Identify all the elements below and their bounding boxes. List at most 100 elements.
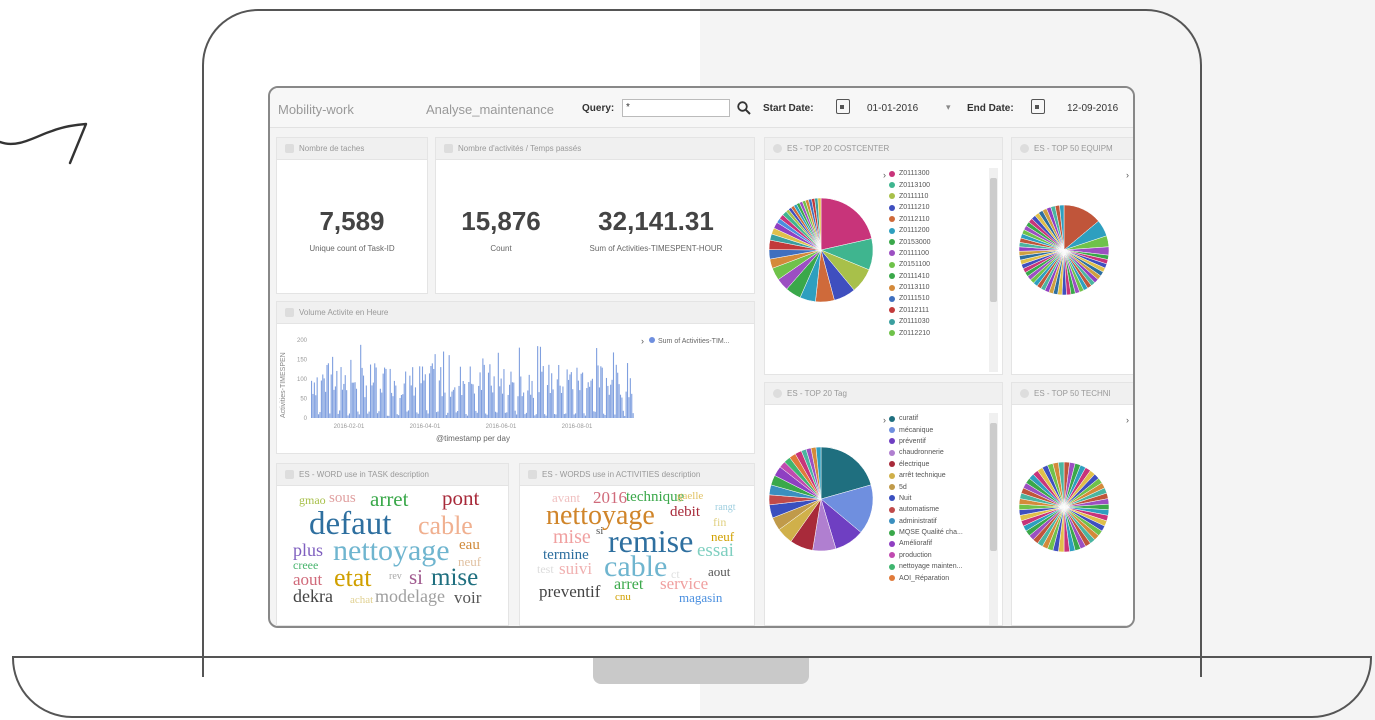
legend-dot bbox=[889, 415, 895, 422]
volume-bar bbox=[377, 413, 379, 418]
legend-item[interactable]: Améliorafif bbox=[889, 538, 963, 549]
volume-bar bbox=[487, 372, 490, 418]
legend-dot bbox=[889, 204, 895, 211]
query-input[interactable]: * bbox=[622, 99, 730, 117]
chevron-right-icon[interactable]: › bbox=[1126, 415, 1129, 425]
legend-item[interactable]: Z0112210 bbox=[889, 327, 931, 338]
cloud-word[interactable]: preventif bbox=[539, 583, 600, 600]
legend-label: arrêt technique bbox=[899, 472, 946, 480]
cloud-word[interactable]: pont bbox=[442, 488, 479, 509]
legend-item[interactable]: Z0113110 bbox=[889, 282, 931, 293]
cloud-word[interactable]: gaelle bbox=[677, 491, 703, 502]
volume-bar bbox=[369, 364, 372, 418]
count-label: Count bbox=[490, 244, 512, 253]
legend-item[interactable]: mécanique bbox=[889, 424, 963, 435]
search-icon[interactable] bbox=[736, 100, 752, 116]
chevron-right-icon[interactable]: › bbox=[1126, 170, 1129, 180]
volume-bar bbox=[327, 363, 329, 418]
cloud-word[interactable]: achat bbox=[350, 595, 373, 606]
legend-item[interactable]: arrêt technique bbox=[889, 470, 963, 481]
cloud-word[interactable]: cnu bbox=[615, 592, 631, 603]
chevron-right-icon: › bbox=[641, 336, 644, 346]
app-name[interactable]: Mobility-work bbox=[278, 102, 354, 117]
legend-item[interactable]: préventif bbox=[889, 436, 963, 447]
legend-item[interactable]: Z0112111 bbox=[889, 305, 931, 316]
legend-item[interactable]: MQSE Qualité cha... bbox=[889, 527, 963, 538]
cloud-word[interactable]: etat bbox=[334, 565, 372, 591]
calendar-icon[interactable] bbox=[836, 99, 850, 114]
legend-dot bbox=[889, 170, 895, 177]
volume-bar bbox=[624, 415, 626, 418]
legend-item[interactable]: Z0153000 bbox=[889, 236, 931, 247]
pie-chart-icon bbox=[773, 144, 782, 153]
legend-item[interactable]: automatisme bbox=[889, 504, 963, 515]
legend-item[interactable]: Z0111210 bbox=[889, 202, 931, 213]
legend-item[interactable]: Z0151100 bbox=[889, 259, 931, 270]
legend-item[interactable]: Z0111200 bbox=[889, 225, 931, 236]
panel-title: ES - TOP 20 Tag bbox=[787, 389, 847, 398]
legend-item[interactable]: production bbox=[889, 550, 963, 561]
scrollbar[interactable] bbox=[989, 413, 998, 625]
legend-item[interactable]: électrique bbox=[889, 459, 963, 470]
cloud-word[interactable]: gmao bbox=[299, 494, 326, 506]
volume-bar bbox=[315, 395, 317, 418]
cloud-word[interactable]: aout bbox=[708, 565, 730, 578]
scrollbar[interactable] bbox=[989, 168, 998, 372]
scroll-thumb[interactable] bbox=[990, 423, 997, 551]
cloud-word[interactable]: rangt bbox=[715, 503, 736, 513]
legend-item[interactable]: chaudronnerie bbox=[889, 447, 963, 458]
chevron-right-icon[interactable]: › bbox=[883, 170, 886, 180]
legend-label: Z0111110 bbox=[899, 192, 929, 200]
cloud-word[interactable]: voir bbox=[454, 589, 481, 606]
cloud-word[interactable]: fin bbox=[713, 516, 726, 528]
word-cloud: gmao sous arret pont defaut cable plus nettoyag… bbox=[277, 488, 508, 625]
volume-bar bbox=[329, 413, 331, 418]
legend-item[interactable]: Z0111110 bbox=[889, 191, 931, 202]
volume-bar bbox=[469, 366, 471, 418]
cloud-word[interactable]: eau bbox=[459, 538, 480, 553]
cloud-word[interactable]: si bbox=[596, 526, 603, 537]
cloud-word[interactable]: si bbox=[409, 567, 423, 588]
legend-item[interactable]: Z0111410 bbox=[889, 271, 931, 282]
legend-item[interactable]: nettoyage mainten... bbox=[889, 561, 963, 572]
volume-bar bbox=[332, 356, 334, 418]
cloud-word[interactable]: nettoyage bbox=[333, 536, 450, 566]
calendar-icon[interactable] bbox=[1031, 99, 1045, 114]
cloud-word[interactable]: rev bbox=[389, 572, 402, 582]
end-date-value[interactable]: 12-09-2016 bbox=[1067, 103, 1118, 114]
start-date-value[interactable]: 01-01-2016 bbox=[867, 103, 918, 114]
legend-item[interactable]: 5d bbox=[889, 481, 963, 492]
cloud-word[interactable]: modelage bbox=[375, 587, 445, 605]
cloud-word[interactable]: debit bbox=[670, 505, 700, 520]
legend-item[interactable]: Z0111300 bbox=[889, 168, 931, 179]
cloud-word[interactable]: mise bbox=[553, 527, 591, 547]
cloud-word[interactable]: plus bbox=[293, 541, 323, 559]
legend-dot bbox=[889, 216, 895, 223]
cloud-word[interactable]: sous bbox=[329, 491, 356, 506]
cloud-word[interactable]: essai bbox=[697, 541, 734, 560]
legend-dot bbox=[889, 461, 895, 468]
dashboard-name[interactable]: Analyse_maintenance bbox=[426, 102, 554, 117]
legend-item[interactable]: Z0111100 bbox=[889, 248, 931, 259]
legend-item[interactable]: Nuit bbox=[889, 493, 963, 504]
legend-item[interactable]: Z0111510 bbox=[889, 293, 931, 304]
caret-down-icon[interactable]: ▾ bbox=[946, 102, 951, 113]
legend-item[interactable]: Z0112110 bbox=[889, 214, 931, 225]
legend-label: nettoyage mainten... bbox=[899, 563, 963, 571]
metric-icon bbox=[285, 144, 294, 153]
chevron-right-icon[interactable]: › bbox=[883, 415, 886, 425]
word-task-panel: ES - WORD use in TASK description gmao so… bbox=[276, 463, 509, 626]
legend-item[interactable]: Z0113100 bbox=[889, 179, 931, 190]
legend-item[interactable]: curatif bbox=[889, 413, 963, 424]
cloud-word[interactable]: test bbox=[537, 563, 554, 575]
legend-dot bbox=[889, 575, 895, 582]
x-tick-label: 2016-08-01 bbox=[562, 424, 593, 430]
legend-item[interactable]: administratif bbox=[889, 516, 963, 527]
cloud-word[interactable]: dekra bbox=[293, 587, 333, 605]
legend-item[interactable]: Z0111030 bbox=[889, 316, 931, 327]
legend-item[interactable]: AOI_Réparation bbox=[889, 572, 963, 583]
scroll-thumb[interactable] bbox=[990, 178, 997, 302]
cloud-word[interactable]: suivi bbox=[559, 560, 592, 577]
legend-dot bbox=[889, 193, 895, 200]
cloud-word[interactable]: magasin bbox=[679, 591, 722, 604]
